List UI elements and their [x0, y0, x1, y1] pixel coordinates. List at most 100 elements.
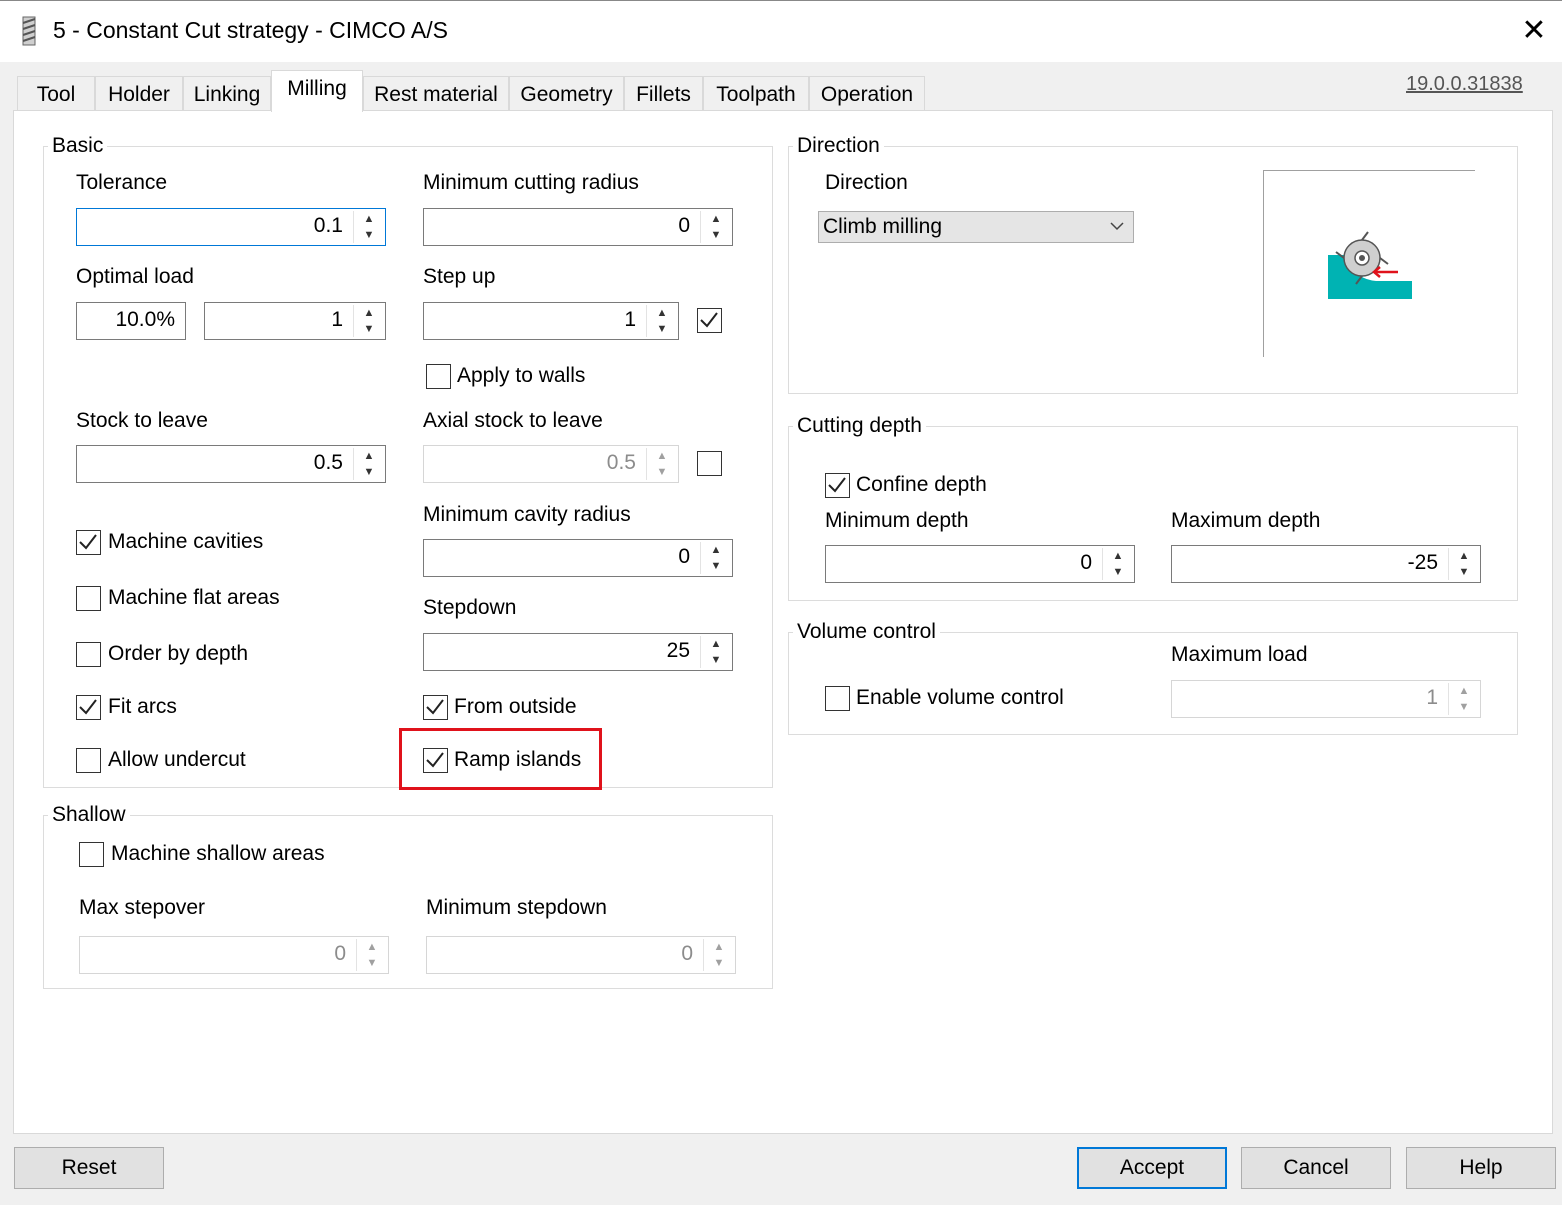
min-cutting-radius-input[interactable]: 0 ▲ ▼ — [423, 208, 733, 246]
help-button[interactable]: Help — [1406, 1147, 1556, 1189]
direction-label: Direction — [825, 171, 908, 194]
climb-milling-illustration-icon — [1328, 231, 1412, 299]
machine-cavities-checkbox[interactable] — [76, 530, 101, 555]
spin-down-icon[interactable]: ▼ — [356, 321, 382, 337]
min-stepdown-input[interactable]: 0 ▲ ▼ — [426, 936, 736, 974]
drill-bit-icon — [18, 15, 40, 47]
spin-up-icon[interactable]: ▲ — [649, 305, 675, 321]
reset-button[interactable]: Reset — [14, 1147, 164, 1189]
spin-down-icon[interactable]: ▼ — [706, 955, 732, 971]
spin-up-icon[interactable]: ▲ — [1451, 683, 1477, 699]
spin-down-icon[interactable]: ▼ — [1105, 564, 1131, 580]
min-depth-input[interactable]: 0 ▲ ▼ — [825, 545, 1135, 583]
max-depth-input[interactable]: -25 ▲ ▼ — [1171, 545, 1481, 583]
min-cavity-radius-spinner[interactable]: ▲ ▼ — [700, 542, 730, 574]
spin-up-icon[interactable]: ▲ — [359, 939, 385, 955]
checkmark-icon — [828, 477, 846, 493]
tab-geometry[interactable]: Geometry — [509, 76, 624, 110]
tab-rest-material[interactable]: Rest material — [363, 76, 509, 110]
version-link[interactable]: 19.0.0.31838 — [1406, 73, 1523, 96]
tab-operation[interactable]: Operation — [809, 76, 925, 110]
spin-down-icon[interactable]: ▼ — [1451, 564, 1477, 580]
tab-toolpath[interactable]: Toolpath — [703, 76, 809, 110]
spin-down-icon[interactable]: ▼ — [356, 464, 382, 480]
tolerance-input[interactable]: 0.1 ▲ ▼ — [76, 208, 386, 246]
spin-down-icon[interactable]: ▼ — [649, 464, 675, 480]
max-stepover-spinner[interactable]: ▲ ▼ — [356, 939, 386, 971]
accept-button[interactable]: Accept — [1077, 1147, 1227, 1189]
tab-linking[interactable]: Linking — [183, 76, 271, 110]
spin-down-icon[interactable]: ▼ — [703, 652, 729, 668]
spin-up-icon[interactable]: ▲ — [356, 448, 382, 464]
spin-down-icon[interactable]: ▼ — [1451, 699, 1477, 715]
allow-undercut-label: Allow undercut — [108, 748, 246, 771]
from-outside-checkbox[interactable] — [423, 695, 448, 720]
spin-up-icon[interactable]: ▲ — [1105, 548, 1131, 564]
spin-down-icon[interactable]: ▼ — [356, 227, 382, 243]
axial-stock-input[interactable]: 0.5 ▲ ▼ — [423, 445, 679, 483]
spin-down-icon[interactable]: ▼ — [703, 558, 729, 574]
machine-flat-areas-checkbox[interactable] — [76, 586, 101, 611]
cancel-button[interactable]: Cancel — [1241, 1147, 1391, 1189]
tab-fillets[interactable]: Fillets — [624, 76, 703, 110]
min-cavity-radius-input[interactable]: 0 ▲ ▼ — [423, 539, 733, 577]
chevron-down-icon — [1110, 222, 1124, 231]
spin-up-icon[interactable]: ▲ — [356, 211, 382, 227]
step-up-checkbox[interactable] — [697, 308, 722, 333]
step-up-spinner[interactable]: ▲ ▼ — [646, 305, 676, 337]
max-load-input[interactable]: 1 ▲ ▼ — [1171, 680, 1481, 718]
confine-depth-checkbox[interactable] — [825, 473, 850, 498]
max-depth-label: Maximum depth — [1171, 509, 1321, 532]
spin-up-icon[interactable]: ▲ — [706, 939, 732, 955]
min-depth-label: Minimum depth — [825, 509, 969, 532]
close-icon[interactable]: ✕ — [1514, 13, 1554, 49]
fit-arcs-checkbox[interactable] — [76, 695, 101, 720]
spin-up-icon[interactable]: ▲ — [356, 305, 382, 321]
max-load-spinner[interactable]: ▲ ▼ — [1448, 683, 1478, 715]
stock-to-leave-input[interactable]: 0.5 ▲ ▼ — [76, 445, 386, 483]
spin-up-icon[interactable]: ▲ — [1451, 548, 1477, 564]
order-by-depth-checkbox[interactable] — [76, 642, 101, 667]
min-stepdown-spinner[interactable]: ▲ ▼ — [703, 939, 733, 971]
order-by-depth-label: Order by depth — [108, 642, 249, 665]
spin-down-icon[interactable]: ▼ — [359, 955, 385, 971]
min-depth-spinner[interactable]: ▲ ▼ — [1102, 548, 1132, 580]
tolerance-spinner[interactable]: ▲ ▼ — [353, 211, 383, 243]
enable-volume-control-checkbox[interactable] — [825, 686, 850, 711]
axial-stock-checkbox[interactable] — [697, 451, 722, 476]
machine-shallow-areas-checkbox[interactable] — [79, 842, 104, 867]
min-cutting-radius-spinner[interactable]: ▲ ▼ — [700, 211, 730, 243]
optimal-load-percent-input[interactable]: 10.0% — [76, 302, 186, 340]
max-stepover-input[interactable]: 0 ▲ ▼ — [79, 936, 389, 974]
direction-preview-image — [1263, 170, 1475, 357]
stepdown-input[interactable]: 25 ▲ ▼ — [423, 633, 733, 671]
spin-up-icon[interactable]: ▲ — [703, 211, 729, 227]
axial-stock-spinner[interactable]: ▲ ▼ — [646, 448, 676, 480]
max-depth-spinner[interactable]: ▲ ▼ — [1448, 548, 1478, 580]
stepdown-spinner[interactable]: ▲ ▼ — [700, 636, 730, 668]
highlight-box — [399, 728, 602, 790]
enable-volume-control-label: Enable volume control — [856, 686, 1064, 709]
step-up-input[interactable]: 1 ▲ ▼ — [423, 302, 679, 340]
spin-down-icon[interactable]: ▼ — [649, 321, 675, 337]
spin-up-icon[interactable]: ▲ — [703, 636, 729, 652]
stock-to-leave-spinner[interactable]: ▲ ▼ — [353, 448, 383, 480]
tab-tool[interactable]: Tool — [17, 76, 95, 110]
min-stepdown-label: Minimum stepdown — [426, 896, 607, 919]
allow-undercut-checkbox[interactable] — [76, 748, 101, 773]
tab-holder[interactable]: Holder — [95, 76, 183, 110]
machine-cavities-label: Machine cavities — [108, 530, 264, 553]
tab-milling[interactable]: Milling — [271, 70, 363, 112]
optimal-load-label: Optimal load — [76, 265, 194, 288]
step-up-label: Step up — [423, 265, 496, 288]
apply-to-walls-checkbox[interactable] — [426, 364, 451, 389]
max-load-label: Maximum load — [1171, 643, 1308, 666]
spin-down-icon[interactable]: ▼ — [703, 227, 729, 243]
max-stepover-label: Max stepover — [79, 896, 206, 919]
optimal-load-spinner[interactable]: ▲ ▼ — [353, 305, 383, 337]
direction-dropdown[interactable]: Climb milling — [818, 211, 1134, 243]
min-cutting-radius-label: Minimum cutting radius — [423, 171, 639, 194]
spin-up-icon[interactable]: ▲ — [649, 448, 675, 464]
spin-up-icon[interactable]: ▲ — [703, 542, 729, 558]
optimal-load-input[interactable]: 1 ▲ ▼ — [204, 302, 386, 340]
